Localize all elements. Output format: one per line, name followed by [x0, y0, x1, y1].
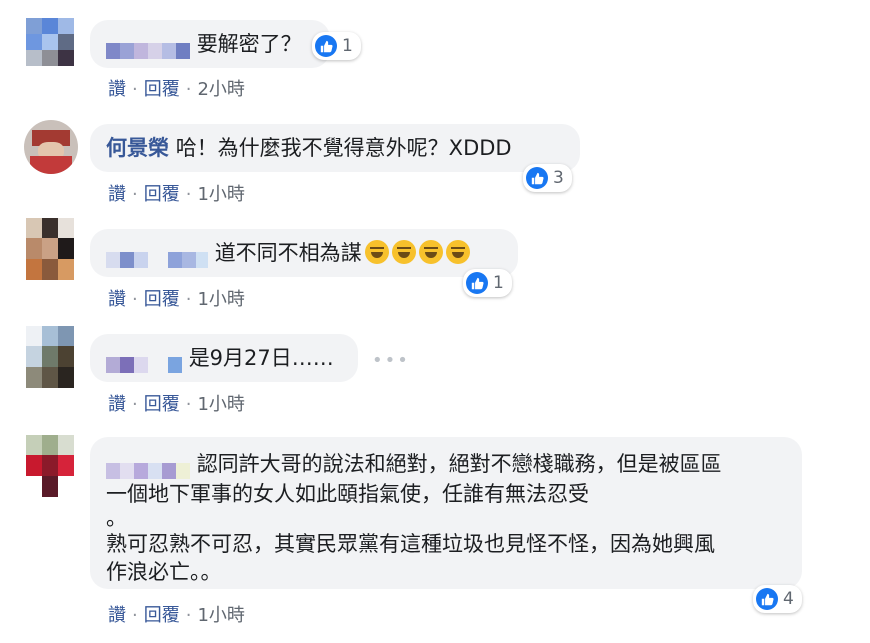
like-link[interactable]: 讚 — [108, 79, 126, 100]
comment-actions: 讚 · 回覆 · 1小時 — [108, 289, 245, 310]
avatar[interactable] — [26, 435, 74, 497]
author-name-redacted[interactable] — [106, 37, 190, 59]
comment-text-line: 認同許大哥的說法和絕對，絕對不戀棧職務，但是被區區 — [196, 452, 722, 476]
comment-bubble: 道不同不相為謀 — [90, 229, 518, 277]
avatar[interactable] — [26, 18, 74, 66]
reply-link[interactable]: 回覆 — [144, 394, 180, 415]
laughing-emoji-icon — [418, 240, 443, 264]
comment-text-line: 一個地下軍事的女人如此頤指氣使，任誰有無法忍受 — [106, 482, 589, 506]
like-icon — [756, 588, 778, 610]
comment-actions: 讚 · 回覆 · 1小時 — [108, 394, 245, 415]
reaction-count: 1 — [342, 36, 353, 56]
comment-actions: 讚 · 回覆 · 1小時 — [108, 184, 245, 205]
laughing-emoji-icon — [391, 240, 416, 264]
reaction-badge[interactable]: 3 — [523, 164, 572, 192]
reply-link[interactable]: 回覆 — [144, 184, 180, 205]
laughing-emoji-icon — [364, 240, 389, 264]
reaction-badge[interactable]: 1 — [463, 269, 512, 297]
reply-link[interactable]: 回覆 — [144, 605, 180, 626]
comment-actions: 讚 · 回覆 · 2小時 — [108, 79, 245, 100]
author-name-redacted[interactable] — [106, 351, 182, 373]
comment-bubble: 何景榮 哈！為什麼我不覺得意外呢？XDDD — [90, 124, 580, 172]
avatar[interactable] — [24, 120, 78, 174]
avatar[interactable] — [26, 218, 74, 280]
comment-text: 是9月27日…… — [188, 346, 334, 370]
like-link[interactable]: 讚 — [108, 184, 126, 205]
reaction-count: 1 — [493, 273, 504, 293]
timestamp[interactable]: 1小時 — [197, 394, 244, 415]
like-icon — [526, 167, 548, 189]
reaction-badge[interactable]: 4 — [753, 585, 802, 613]
timestamp[interactable]: 1小時 — [197, 184, 244, 205]
timestamp[interactable]: 2小時 — [197, 79, 244, 100]
more-options-icon[interactable]: ••• — [372, 350, 410, 371]
comment-bubble: 是9月27日…… — [90, 334, 358, 382]
timestamp[interactable]: 1小時 — [197, 605, 244, 626]
like-link[interactable]: 讚 — [108, 605, 126, 626]
comment-text-line: 作浪必亡。。 — [106, 560, 222, 584]
reply-link[interactable]: 回覆 — [144, 79, 180, 100]
author-name[interactable]: 何景榮 — [106, 136, 169, 160]
author-name-redacted[interactable] — [106, 457, 190, 479]
comment-actions: 讚 · 回覆 · 1小時 — [108, 605, 245, 626]
comment-text-line: 熟可忍熟不可忍，其實民眾黨有這種垃圾也見怪不怪，因為她興風 — [106, 532, 715, 556]
like-link[interactable]: 讚 — [108, 289, 126, 310]
author-name-redacted[interactable] — [106, 246, 208, 268]
like-icon — [466, 272, 488, 294]
timestamp[interactable]: 1小時 — [197, 289, 244, 310]
like-link[interactable]: 讚 — [108, 394, 126, 415]
reaction-badge[interactable]: 1 — [312, 32, 361, 60]
reaction-count: 3 — [553, 168, 564, 188]
reaction-count: 4 — [783, 589, 794, 609]
like-icon — [315, 35, 337, 57]
comment-text: 道不同不相為謀 — [214, 241, 362, 265]
comment-bubble: 要解密了？ — [90, 20, 330, 68]
comment-text: 哈！為什麼我不覺得意外呢？XDDD — [175, 136, 512, 160]
comment-bubble: 認同許大哥的說法和絕對，絕對不戀棧職務，但是被區區 一個地下軍事的女人如此頤指氣… — [90, 437, 802, 589]
reply-link[interactable]: 回覆 — [144, 289, 180, 310]
laughing-emoji-icon — [445, 240, 470, 264]
avatar[interactable] — [26, 326, 74, 388]
comment-text: 要解密了？ — [196, 32, 302, 56]
